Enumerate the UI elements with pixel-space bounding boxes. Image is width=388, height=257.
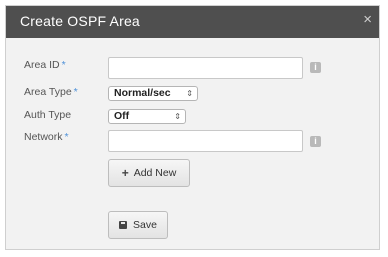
save-icon <box>119 221 128 229</box>
required-marker: * <box>61 59 66 71</box>
network-info-icon[interactable]: i <box>310 136 321 147</box>
network-input[interactable] <box>108 130 303 152</box>
select-arrow-icon: ⇕ <box>174 112 181 121</box>
area-id-label-text: Area ID <box>24 59 60 71</box>
add-new-button-label: Add New <box>133 167 177 179</box>
auth-type-select[interactable]: Off ⇕ <box>108 109 186 124</box>
dialog-title: Create OSPF Area <box>20 13 140 29</box>
close-icon[interactable]: × <box>363 12 372 27</box>
area-id-input[interactable] <box>108 57 303 79</box>
network-label: Network * <box>24 131 69 143</box>
area-type-label: Area Type * <box>24 86 78 98</box>
required-marker: * <box>73 86 78 98</box>
add-new-button[interactable]: + Add New <box>108 159 190 187</box>
area-type-select[interactable]: Normal/sec ⇕ <box>108 86 198 101</box>
required-marker: * <box>64 131 69 143</box>
auth-type-selected-value: Off <box>114 110 130 122</box>
plus-icon: + <box>121 166 129 180</box>
dialog-header: Create OSPF Area × <box>6 6 379 38</box>
save-button-label: Save <box>133 219 157 231</box>
create-ospf-area-dialog: Create OSPF Area × Area ID * i Area Type *… <box>5 5 380 250</box>
network-label-text: Network <box>24 131 63 143</box>
auth-type-label-text: Auth Type <box>24 109 72 121</box>
area-id-info-icon[interactable]: i <box>310 62 321 73</box>
area-type-label-text: Area Type <box>24 86 72 98</box>
auth-type-label: Auth Type <box>24 109 71 121</box>
area-id-label: Area ID * <box>24 59 66 71</box>
save-button[interactable]: Save <box>108 211 168 239</box>
select-arrow-icon: ⇕ <box>186 89 193 98</box>
area-type-selected-value: Normal/sec <box>114 87 171 99</box>
